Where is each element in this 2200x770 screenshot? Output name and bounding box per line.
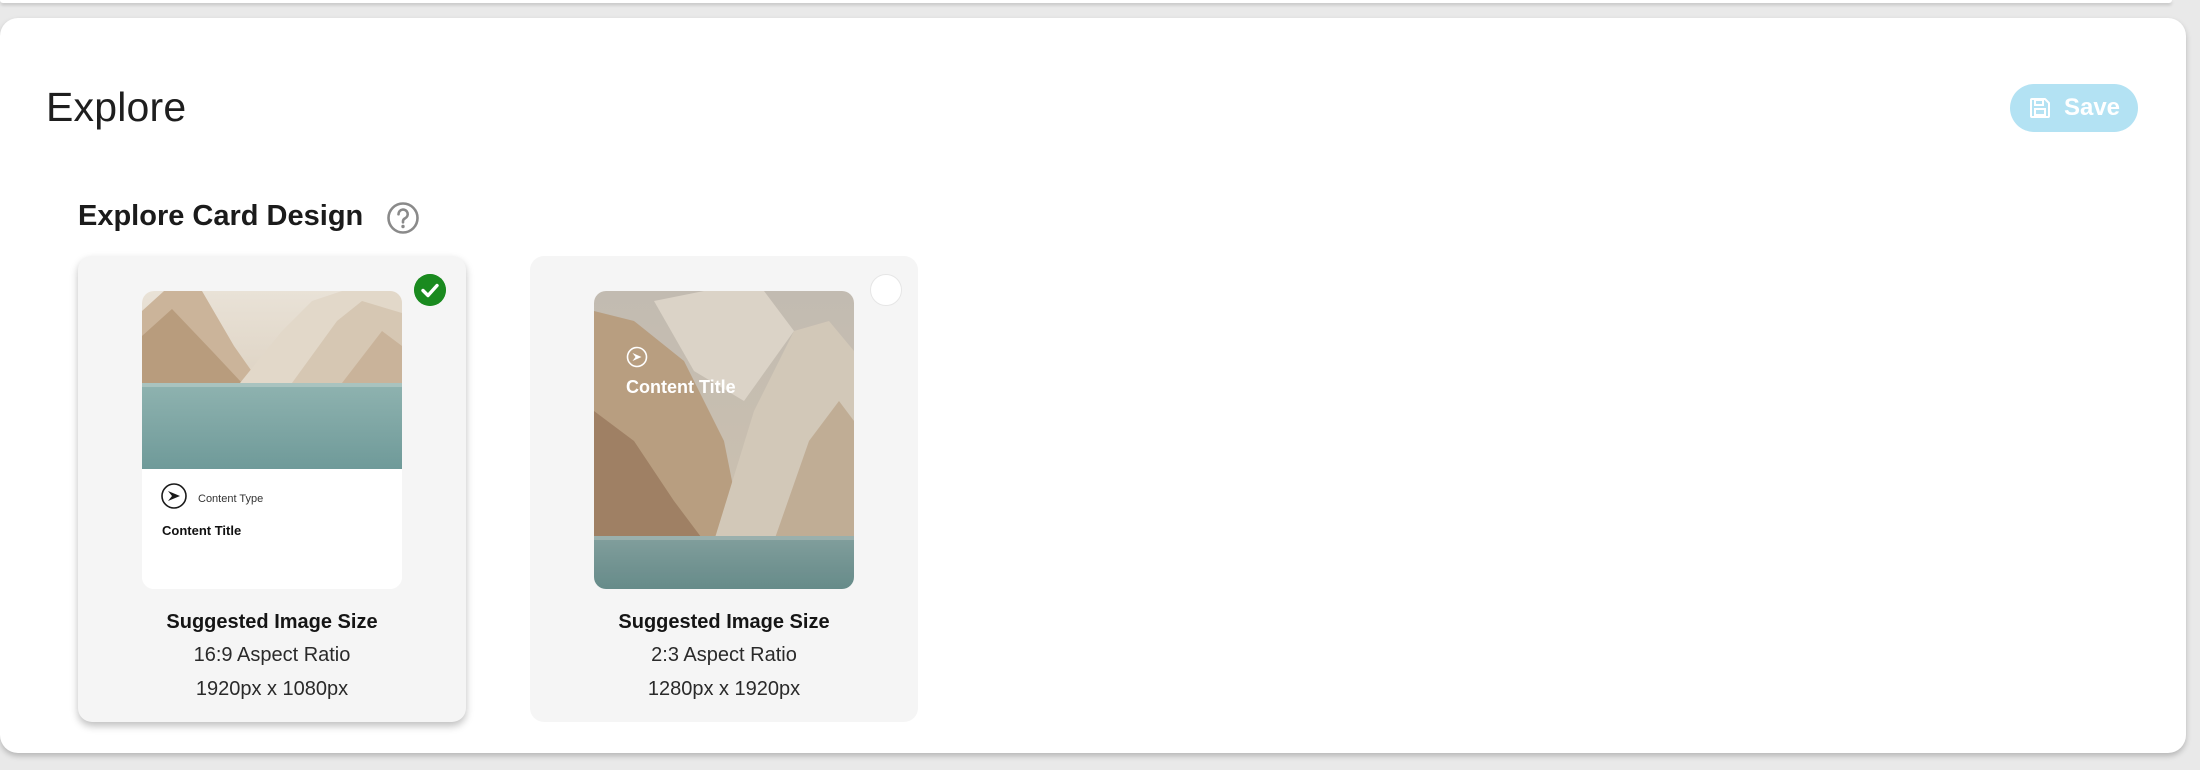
suggested-image-size-heading: Suggested Image Size [166, 611, 378, 633]
content-title-label: Content Title [162, 523, 242, 538]
mountain-lake-image [594, 291, 854, 589]
suggested-image-size-heading: Suggested Image Size [618, 611, 830, 633]
section-title: Explore Card Design [78, 200, 364, 232]
explore-panel: Explore Save Explore Card Design Content… [0, 18, 2186, 753]
save-button-label: Save [2063, 94, 2121, 121]
unselected-radio-icon[interactable] [870, 274, 902, 306]
image-dimensions-text: 1280px x 1920px [647, 678, 801, 700]
aspect-ratio-text: 16:9 Aspect Ratio [193, 644, 351, 666]
page-title: Explore [46, 84, 187, 130]
card-design-option-2-3[interactable]: Content Title Suggested Image Size 2:3 A… [530, 256, 918, 722]
help-circle-icon[interactable] [386, 201, 420, 235]
content-type-icon [626, 346, 648, 368]
card-preview-2-3: Content Title [594, 291, 854, 589]
save-icon [2029, 98, 2050, 118]
content-type-label: Content Type [198, 493, 264, 505]
card-preview-16-9: Content Type Content Title [142, 291, 402, 589]
mountain-lake-image [142, 291, 402, 469]
save-button[interactable]: Save [2010, 84, 2138, 132]
content-title-label: Content Title [626, 377, 736, 397]
card-design-option-16-9[interactable]: Content Type Content Title Suggested Ima… [78, 256, 466, 722]
aspect-ratio-text: 2:3 Aspect Ratio [651, 644, 797, 666]
previous-panel-edge [0, 0, 2172, 3]
card-preview-footer: Content Type Content Title [142, 469, 402, 589]
image-dimensions-text: 1920px x 1080px [195, 678, 349, 700]
selected-check-icon [414, 274, 446, 306]
content-type-icon [161, 483, 187, 509]
